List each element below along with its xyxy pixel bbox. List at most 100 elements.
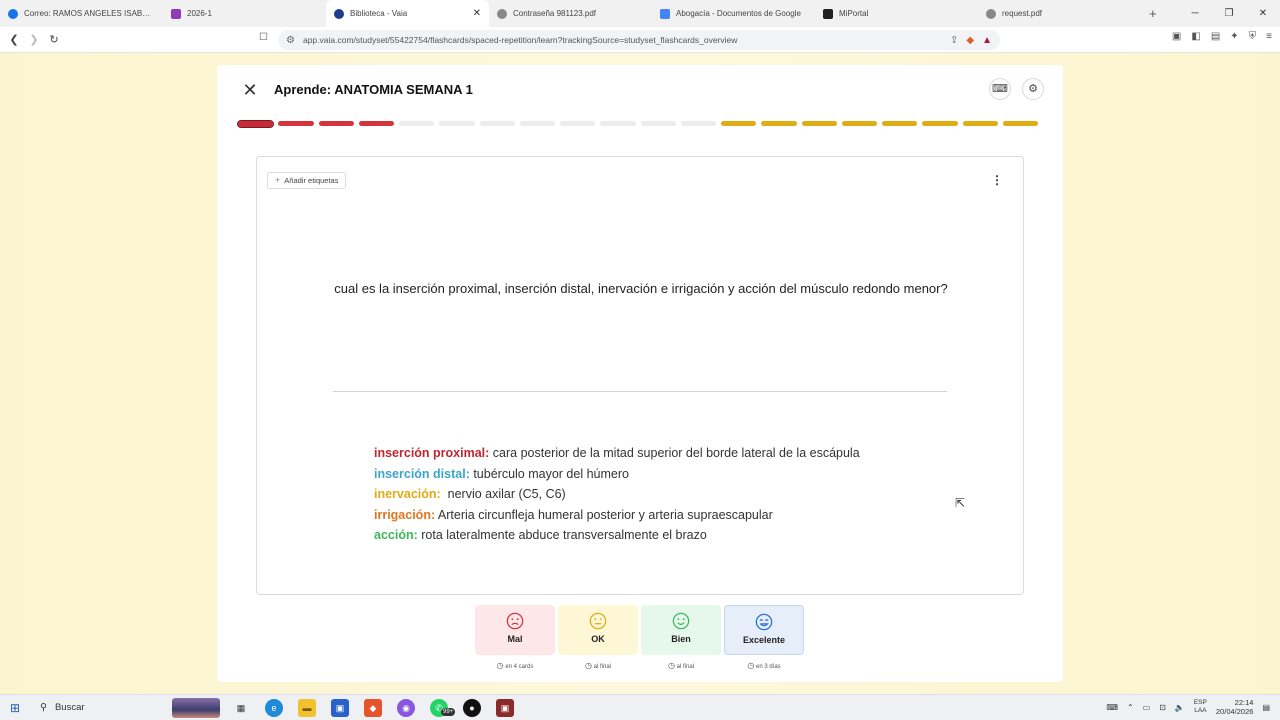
page-background: ✕ Aprende: ANATOMIA SEMANA 1 ⌨ ⚙ + Añadi… — [0, 53, 1280, 694]
toolbar-right: ▣ ◧ ▤ ✦ ⛨ ≡ — [1172, 31, 1272, 42]
rate-ok-button[interactable]: OK — [558, 605, 638, 655]
progress-segment — [560, 121, 596, 126]
rate-schedule: ◷ al final — [558, 661, 638, 670]
progress-segment — [962, 121, 998, 126]
progress-segment — [761, 121, 797, 126]
browser-tab[interactable]: Correo: RAMOS ANGELES ISABEL CH — [0, 0, 163, 27]
close-window-icon[interactable]: ✕ — [1246, 0, 1280, 27]
bookmark-icon[interactable]: ☐ — [259, 32, 268, 43]
site-info-icon[interactable]: ⚙ — [286, 35, 295, 46]
minimize-icon[interactable]: ─ — [1178, 0, 1212, 27]
taskbar-search[interactable]: ⚲ Buscar — [34, 698, 172, 718]
new-tab-icon[interactable]: + — [1149, 6, 1157, 21]
window-controls: ─ ❐ ✕ — [1178, 0, 1280, 27]
progress-segment — [640, 121, 676, 126]
answer-value: cara posterior de la mitad superior del … — [489, 446, 860, 460]
browser-tab-active[interactable]: Biblioteca - Vaia ✕ — [326, 0, 489, 27]
answer-line: acción: rota lateralmente abduce transve… — [374, 525, 860, 546]
reload-icon[interactable]: ↻ — [44, 33, 64, 46]
rate-schedule-text: en 4 cards — [505, 664, 534, 670]
sidebar-icon[interactable]: ◧ — [1191, 31, 1200, 42]
leo-icon[interactable]: ✦ — [1230, 31, 1238, 42]
windows-start-icon[interactable]: ⊞ — [0, 701, 30, 715]
card-question: cual es la inserción proximal, inserción… — [334, 281, 948, 296]
whatsapp-icon[interactable]: ✆ 99+ — [430, 698, 456, 717]
brave-icon[interactable]: ◆ — [364, 698, 382, 717]
globe-icon — [497, 8, 507, 19]
keyboard-icon[interactable]: ⌨ — [1106, 703, 1118, 712]
settings-button[interactable]: ⚙ — [1022, 78, 1044, 100]
browser-tab[interactable]: MiPortal — [815, 0, 978, 27]
clock-time: 22:14 — [1234, 698, 1254, 707]
progress-segment — [318, 121, 354, 126]
volume-icon[interactable]: 🔈 — [1175, 703, 1185, 712]
answer-value: tubérculo mayor del húmero — [469, 466, 629, 481]
battery-icon[interactable]: ▭ — [1143, 703, 1151, 712]
edge-icon[interactable]: e — [265, 698, 283, 717]
vaia-icon — [334, 8, 344, 19]
search-icon: ⚲ — [40, 702, 47, 713]
smile-face-icon — [672, 612, 690, 630]
restore-icon[interactable]: ❐ — [1212, 0, 1246, 27]
progress-segment — [841, 121, 877, 126]
menu-icon[interactable]: ≡ — [1266, 31, 1272, 42]
browser-tab[interactable]: request.pdf — [978, 0, 1141, 27]
rate-schedule: ◷ en 3 días — [724, 661, 804, 670]
wallet-icon[interactable]: ▣ — [1172, 31, 1181, 42]
task-view-icon[interactable]: ▦ — [232, 699, 250, 717]
notifications-icon[interactable]: ▤ — [1262, 703, 1270, 712]
rate-bad-button[interactable]: Mal — [475, 605, 555, 655]
neutral-face-icon — [589, 612, 607, 630]
answer-key: inserción proximal: — [374, 446, 490, 460]
address-bar[interactable]: ⚙ app.vaia.com/studyset/55422754/flashca… — [278, 30, 1000, 50]
vpn-icon[interactable]: ⛨ — [1249, 31, 1257, 42]
progress-segment — [439, 121, 475, 126]
rate-schedule: ◷ en 4 cards — [475, 661, 555, 670]
tab-label: Biblioteca - Vaia — [350, 9, 408, 18]
clock-icon: ◷ — [496, 661, 504, 670]
close-icon[interactable]: ✕ — [241, 81, 259, 99]
progress-segment — [922, 121, 958, 126]
share-icon[interactable]: ⇪ — [950, 35, 958, 46]
store-icon[interactable]: ▣ — [331, 698, 349, 717]
sad-face-icon — [506, 612, 524, 630]
brave-shield-icon[interactable]: ◆ — [966, 35, 974, 46]
browser-tab[interactable]: 2026-1 — [163, 0, 326, 27]
browser-tab[interactable]: Contraseña 981123.pdf — [489, 0, 652, 27]
split-view-icon[interactable]: ▤ — [1211, 31, 1220, 42]
progress-segment — [278, 121, 314, 126]
happy-face-icon — [755, 613, 773, 631]
tab-close-icon[interactable]: ✕ — [473, 8, 481, 19]
card-answer: inserción proximal: cara posterior de la… — [374, 443, 860, 546]
progress-segment — [680, 121, 716, 126]
rewards-icon[interactable]: ▲ — [982, 35, 992, 46]
rate-label: OK — [591, 634, 605, 644]
widgets-thumbnail[interactable] — [172, 697, 220, 718]
back-icon[interactable]: ❮ — [4, 33, 24, 46]
tab-label: Abogacía - Documentos de Google — [676, 9, 801, 18]
add-tags-button[interactable]: + Añadir etiquetas — [267, 172, 347, 189]
answer-line: inervación: nervio axilar (C5, C6) — [374, 484, 860, 505]
rate-excellent-button[interactable]: Excelente — [724, 605, 804, 655]
file-explorer-icon[interactable]: ▬ — [298, 698, 316, 717]
lang-bottom: LAA — [1194, 707, 1207, 714]
language-indicator[interactable]: ESP LAA — [1194, 699, 1207, 715]
more-options-icon[interactable]: ⋮ — [991, 174, 1003, 186]
network-icon[interactable]: ⊡ — [1159, 703, 1166, 712]
chevron-up-icon[interactable]: ⌃ — [1127, 703, 1134, 712]
app-icon[interactable]: ● — [463, 698, 481, 717]
progress-segment — [801, 121, 837, 126]
progress-segment — [1002, 121, 1038, 126]
discord-icon[interactable]: ◉ — [397, 698, 415, 717]
system-tray: ⌨ ⌃ ▭ ⊡ 🔈 ESP LAA 22:14 20/04/2026 ▤ — [1106, 698, 1270, 716]
clock[interactable]: 22:14 20/04/2026 — [1216, 698, 1254, 716]
shortcuts-button[interactable]: ⌨ — [989, 78, 1011, 100]
browser-tab[interactable]: Abogacía - Documentos de Google — [652, 0, 815, 27]
rate-good-button[interactable]: Bien — [641, 605, 721, 655]
forward-icon[interactable]: ❯ — [24, 33, 44, 46]
app-icon[interactable]: ▣ — [496, 698, 514, 717]
progress-segment — [399, 121, 435, 126]
tab-label: MiPortal — [839, 9, 869, 18]
google-docs-icon — [660, 8, 670, 19]
answer-key: acción: — [374, 528, 418, 542]
